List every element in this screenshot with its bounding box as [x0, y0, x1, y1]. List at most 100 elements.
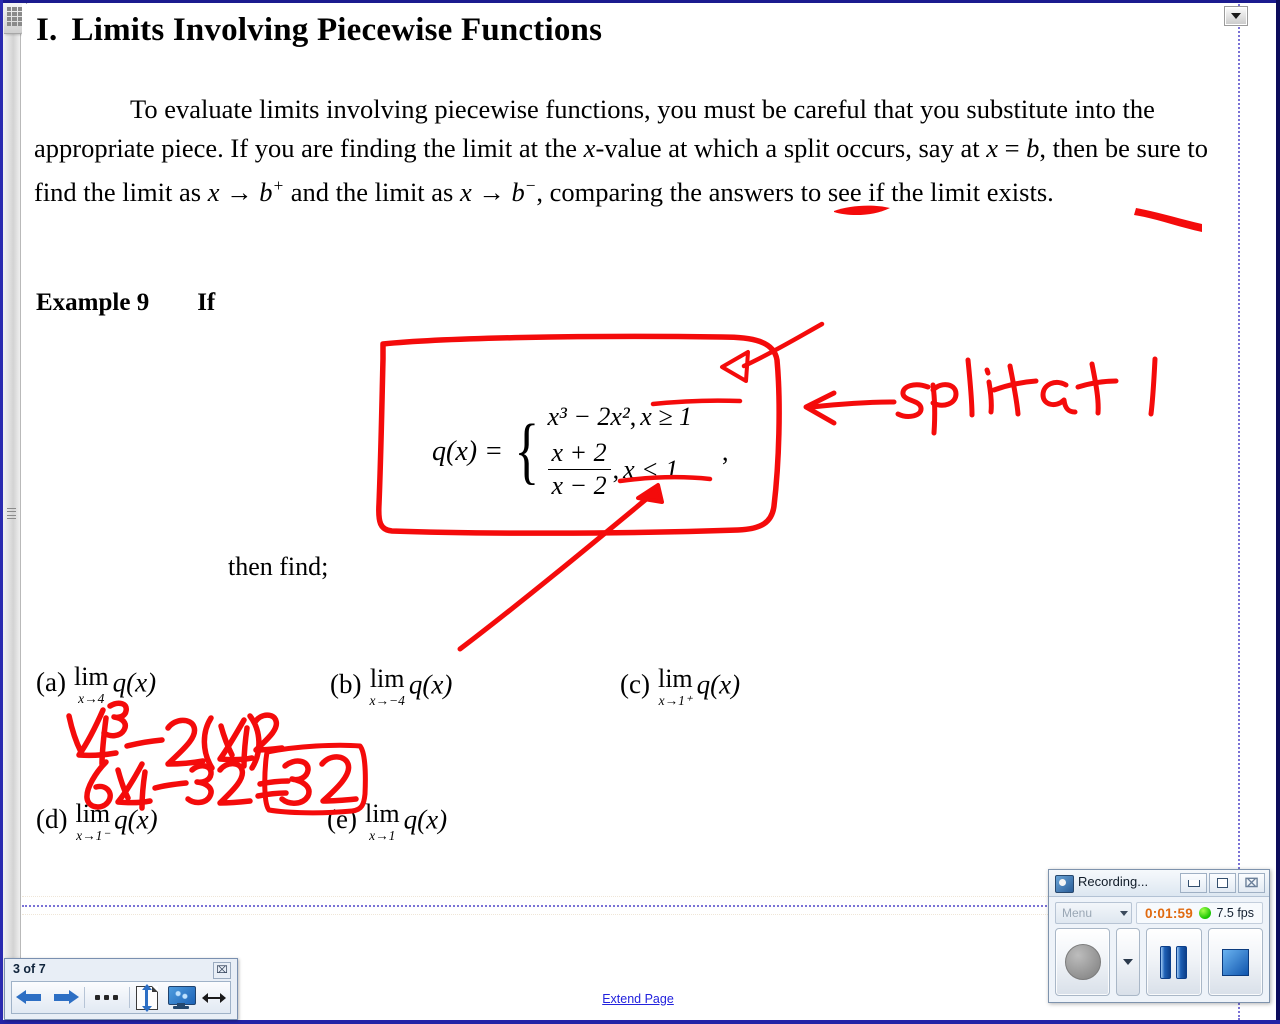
- page-height-icon: [136, 983, 159, 1012]
- limit-c-operator: lim x→1⁺: [658, 666, 693, 709]
- monitor-icon: [167, 986, 196, 1009]
- sidebar-rail[interactable]: [3, 3, 27, 1018]
- limit-item-d: (d) lim x→1⁻ q(x): [36, 801, 158, 844]
- limit-a-lim: lim: [73, 662, 109, 691]
- recording-readout: 0:01:59 7.5 fps: [1136, 902, 1263, 924]
- limit-d-lim: lim: [75, 799, 111, 828]
- record-icon: [1064, 944, 1101, 980]
- paragraph-line-2b: -value at which a: [595, 132, 778, 163]
- limit-d-function: q(x): [114, 804, 158, 835]
- camera-icon: [1055, 875, 1074, 893]
- stop-button[interactable]: [1207, 928, 1263, 996]
- limit-c-subscript: x→1⁺: [658, 693, 692, 708]
- menu-dropdown[interactable]: Menu: [1055, 902, 1132, 924]
- paragraph-line-3a: split occurs, say at: [783, 132, 987, 163]
- arrow-left-icon: [15, 988, 44, 1008]
- recording-title: Recording...: [1078, 874, 1149, 889]
- full-screen-button[interactable]: [163, 982, 198, 1013]
- branch-1-comma: ,: [629, 402, 637, 431]
- limit-a-subscript: x→4: [78, 691, 105, 706]
- minimize-icon: [1187, 879, 1200, 887]
- chevron-down-icon: [1120, 910, 1128, 916]
- page-navigator-panel[interactable]: 3 of 7 ⌧: [4, 958, 238, 1020]
- document-page[interactable]: I. Limits Involving Piecewise Functions T…: [22, 4, 1254, 1020]
- window-frame-top: [0, 0, 1280, 3]
- limit-a-function: q(x): [112, 667, 157, 698]
- window-controls: ⌧: [1180, 873, 1265, 893]
- arrow-right-icon: [51, 988, 79, 1008]
- paragraph-var-x-2: x: [986, 132, 998, 163]
- record-button[interactable]: [1055, 928, 1111, 996]
- fraction-numerator: x + 2: [551, 438, 607, 467]
- paragraph-arrow-2: →: [471, 176, 512, 207]
- piecewise-branch-2: x + 2 x − 2 ,x < 1: [547, 438, 693, 501]
- fit-page-height-button[interactable]: [131, 982, 163, 1013]
- record-options-button[interactable]: [1116, 928, 1141, 996]
- paragraph-superscript-minus: −: [524, 176, 537, 195]
- paragraph-var-x-1: x: [583, 132, 596, 163]
- elapsed-time: 0:01:59: [1145, 905, 1193, 921]
- chevron-down-icon: [1123, 959, 1134, 965]
- limit-b-lim: lim: [369, 664, 405, 693]
- limit-c-function: q(x): [696, 669, 741, 700]
- paragraph-var-b-2: b: [259, 176, 273, 207]
- document-content: I. Limits Involving Piecewise Functions T…: [22, 4, 1254, 1020]
- paragraph-line-3d: and the limit as: [284, 176, 460, 207]
- toolbar-divider-2: [128, 986, 130, 1009]
- sidebar-resize-handle[interactable]: [7, 508, 16, 519]
- limit-c-tag: (c): [620, 669, 650, 700]
- then-find-text: then find;: [228, 552, 329, 581]
- function-lhs: q(x) =: [432, 435, 503, 467]
- limit-b-tag: (b): [330, 669, 362, 700]
- piecewise-branch-1: x³ − 2x², x ≥ 1: [548, 402, 693, 432]
- limit-e-operator: lim x→1: [365, 801, 400, 844]
- limit-b-operator: lim x→−4: [369, 666, 404, 709]
- limit-item-c: (c) lim x→1⁺ q(x): [620, 666, 740, 709]
- branch-1-condition: x ≥ 1: [640, 402, 693, 431]
- branch-2-comma: ,: [612, 454, 620, 484]
- fit-page-width-button[interactable]: [198, 982, 230, 1013]
- pause-icon: [1160, 945, 1188, 979]
- paragraph-var-x-4: x: [460, 176, 472, 207]
- intro-paragraph: To evaluate limits involving piecewise f…: [34, 90, 1224, 211]
- piecewise-function: q(x) = { x³ − 2x², x ≥ 1 x + 2 x − 2 ,x <…: [432, 402, 729, 501]
- more-options-button[interactable]: [87, 982, 127, 1013]
- close-icon[interactable]: ⌧: [213, 962, 231, 979]
- paragraph-line-1: To evaluate limits involving piecewise f…: [130, 94, 960, 124]
- recording-status-row: Menu 0:01:59 7.5 fps: [1055, 902, 1263, 924]
- recording-controls: [1055, 928, 1263, 996]
- window-frame-right: [1276, 0, 1280, 1024]
- branch-2-fraction: x + 2 x − 2: [547, 438, 611, 501]
- previous-page-button[interactable]: [12, 982, 47, 1013]
- limit-e-lim: lim: [364, 799, 400, 828]
- paragraph-var-b-3: b: [511, 176, 525, 207]
- limit-e-function: q(x): [403, 804, 448, 835]
- piecewise-trailing-comma: ,: [722, 436, 729, 466]
- limit-b-subscript: x→−4: [369, 693, 405, 708]
- limit-d-operator: lim x→1⁻: [75, 801, 110, 844]
- close-icon: ⌧: [1244, 876, 1259, 890]
- menu-label: Menu: [1062, 906, 1093, 920]
- limit-e-tag: (e): [327, 804, 357, 835]
- window-frame-bottom: [0, 1020, 1280, 1024]
- close-button[interactable]: ⌧: [1238, 873, 1265, 893]
- limit-e-subscript: x→1: [369, 828, 396, 843]
- page-title: I. Limits Involving Piecewise Functions: [36, 12, 602, 49]
- recording-titlebar[interactable]: Recording... ⌧: [1049, 870, 1269, 897]
- piecewise-branches: x³ − 2x², x ≥ 1 x + 2 x − 2 ,x < 1: [547, 402, 693, 501]
- paragraph-line-4: comparing the answers to see if the limi…: [549, 176, 1054, 207]
- restore-button[interactable]: [1209, 873, 1236, 893]
- minimize-button[interactable]: [1180, 873, 1207, 893]
- limit-c-lim: lim: [657, 664, 693, 693]
- limit-b-function: q(x): [408, 669, 453, 700]
- fps-value: 7.5 fps: [1216, 906, 1254, 920]
- next-page-button[interactable]: [47, 982, 82, 1013]
- limit-a-operator: lim x→4: [74, 664, 109, 707]
- pause-button[interactable]: [1146, 928, 1202, 996]
- recording-panel[interactable]: Recording... ⌧ Menu 0:01:59 7.5 fps: [1048, 869, 1270, 1003]
- brace-icon: {: [514, 410, 540, 493]
- heading-text: Limits Involving Piecewise Functions: [71, 12, 603, 48]
- branch-1-expression: x³ − 2x²: [547, 402, 630, 431]
- page-navigator-toolbar: [11, 981, 231, 1014]
- paragraph-var-x-3: x: [207, 176, 220, 207]
